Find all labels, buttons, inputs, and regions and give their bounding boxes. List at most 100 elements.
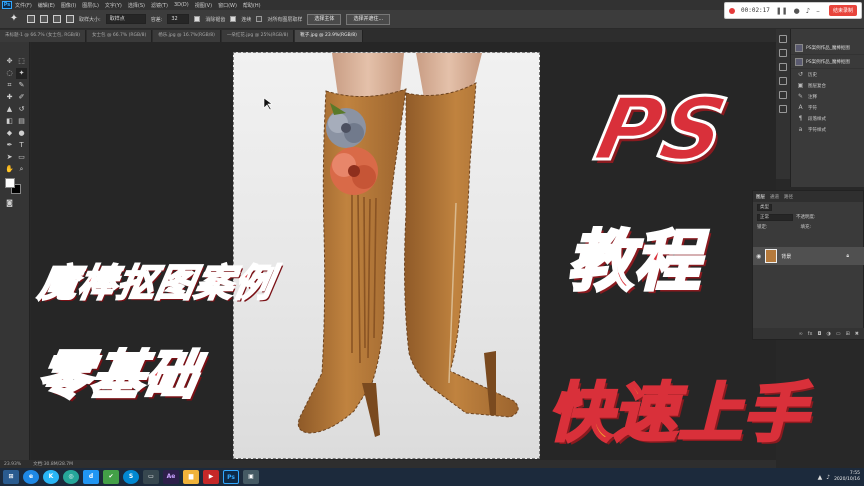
tab-channels[interactable]: 通道 bbox=[770, 194, 779, 200]
adjustments-panel-icon[interactable] bbox=[779, 77, 787, 85]
swatches-panel-icon[interactable] bbox=[779, 63, 787, 71]
add-selection-icon[interactable] bbox=[40, 15, 48, 23]
crop-tool-icon[interactable]: ⌗ bbox=[4, 80, 15, 91]
new-selection-icon[interactable] bbox=[27, 15, 35, 23]
layer-style-icon[interactable]: fx bbox=[808, 331, 813, 337]
sample-all-checkbox[interactable] bbox=[256, 16, 263, 22]
speaker-icon[interactable]: ♪ bbox=[806, 7, 810, 15]
subtract-selection-icon[interactable] bbox=[53, 15, 61, 23]
delete-layer-icon[interactable]: ✖ bbox=[855, 331, 859, 337]
panel-link-character-styles[interactable]: a 字符样式 bbox=[791, 124, 864, 135]
move-tool-icon[interactable]: ✥ bbox=[4, 56, 15, 67]
k-app-icon[interactable]: K bbox=[43, 470, 59, 484]
contiguous-checkbox[interactable] bbox=[230, 16, 237, 22]
history-item[interactable]: PS案例作品_魔棒抠图 bbox=[791, 55, 864, 69]
foreground-color-swatch[interactable] bbox=[5, 178, 15, 188]
tab-layers[interactable]: 图层 bbox=[756, 194, 765, 200]
add-mask-icon[interactable]: ◘ bbox=[818, 331, 822, 337]
menu-view[interactable]: 视图(V) bbox=[195, 2, 212, 9]
menu-layer[interactable]: 图层(L) bbox=[82, 2, 99, 9]
app-d-icon[interactable]: d bbox=[83, 470, 99, 484]
tab-doc-2[interactable]: 女士包 @ 66.7% (RGB/8) bbox=[87, 30, 153, 42]
sogou-icon[interactable]: S bbox=[123, 470, 139, 484]
panel-link-character[interactable]: A 字符 bbox=[791, 102, 864, 113]
document-canvas[interactable] bbox=[233, 52, 540, 459]
link-layers-icon[interactable]: ∞ bbox=[799, 331, 803, 337]
tab-paths[interactable]: 路径 bbox=[784, 194, 793, 200]
eyedropper-tool-icon[interactable]: ✎ bbox=[16, 80, 27, 91]
visibility-eye-icon[interactable]: ◉ bbox=[756, 253, 761, 260]
mic-icon[interactable]: ● bbox=[794, 7, 800, 15]
quick-mask-icon[interactable]: ◙ bbox=[4, 198, 15, 209]
qq-browser-icon[interactable]: ◎ bbox=[63, 470, 79, 484]
sample-size-select[interactable]: 取样点 bbox=[105, 14, 146, 24]
browser-icon[interactable]: e bbox=[23, 470, 39, 484]
layer-row-background[interactable]: ◉ 背景 🔒︎ bbox=[753, 247, 864, 265]
stamp-tool-icon[interactable]: ▲ bbox=[4, 104, 15, 115]
zoom-level[interactable]: 23.93% bbox=[4, 462, 21, 467]
dodge-tool-icon[interactable]: ● bbox=[16, 128, 27, 139]
select-subject-button[interactable]: 选择主体 bbox=[307, 13, 342, 25]
menu-3d[interactable]: 3D(D) bbox=[174, 2, 189, 8]
panel-link-layer-comps[interactable]: ▣ 图层复合 bbox=[791, 80, 864, 91]
menu-select[interactable]: 选择(S) bbox=[128, 2, 145, 9]
start-icon[interactable]: ⊞ bbox=[3, 470, 19, 484]
healing-tool-icon[interactable]: ✚ bbox=[4, 92, 15, 103]
properties-panel-icon[interactable] bbox=[779, 91, 787, 99]
lasso-tool-icon[interactable]: ◌ bbox=[4, 68, 15, 79]
media-icon[interactable]: ▶ bbox=[203, 470, 219, 484]
menu-type[interactable]: 文字(Y) bbox=[105, 2, 122, 9]
shape-tool-icon[interactable]: ▭ bbox=[16, 152, 27, 163]
photoshop-taskbar-icon[interactable]: Ps bbox=[223, 470, 239, 484]
history-item[interactable]: PS案例作品_魔棒抠图 bbox=[791, 41, 864, 55]
pause-icon[interactable]: ❚❚ bbox=[776, 7, 788, 15]
hand-tool-icon[interactable]: ✋ bbox=[4, 164, 15, 175]
panel-link-notes[interactable]: ✎ 注释 bbox=[791, 91, 864, 102]
folder-icon[interactable]: ▆ bbox=[183, 470, 199, 484]
menu-window[interactable]: 窗口(W) bbox=[218, 2, 237, 9]
menu-help[interactable]: 帮助(H) bbox=[243, 2, 261, 9]
zoom-tool-icon[interactable]: ⌕ bbox=[16, 164, 27, 175]
brush-panel-icon[interactable] bbox=[779, 105, 787, 113]
clock[interactable]: 7:55 2020/10/16 bbox=[834, 471, 860, 483]
tab-doc-1[interactable]: 未标题-1 @ 66.7% (女士包, RGB/8) bbox=[0, 30, 87, 42]
new-group-icon[interactable]: ▭ bbox=[836, 331, 841, 337]
security-icon[interactable]: ✔ bbox=[103, 470, 119, 484]
tolerance-input[interactable]: 32 bbox=[167, 14, 190, 24]
window-icon[interactable]: ▣ bbox=[243, 470, 259, 484]
new-layer-icon[interactable]: ⊞ bbox=[846, 331, 850, 337]
tab-doc-boots[interactable]: 靴子.jpg @ 23.9%(RGB/8) bbox=[295, 30, 363, 42]
blend-mode-select[interactable]: 正常 bbox=[757, 213, 793, 221]
adjustment-layer-icon[interactable]: ◑ bbox=[826, 331, 830, 337]
select-and-mask-button[interactable]: 选择并遮住... bbox=[346, 13, 391, 25]
history-panel-icon[interactable] bbox=[779, 35, 787, 43]
panel-link-paragraph-styles[interactable]: ¶ 段落样式 bbox=[791, 113, 864, 124]
magic-wand-tool-icon[interactable]: ✦ bbox=[6, 12, 22, 26]
type-tool-icon[interactable]: T bbox=[16, 140, 27, 151]
tab-doc-3[interactable]: 杨乐.jpg @ 16.7%(RGB/8) bbox=[153, 30, 221, 42]
panel-link-history[interactable]: ↺ 历史 bbox=[791, 69, 864, 80]
history-brush-icon[interactable]: ↺ bbox=[16, 104, 27, 115]
menu-image[interactable]: 图像(I) bbox=[61, 2, 76, 9]
marquee-tool-icon[interactable]: ⬚ bbox=[16, 56, 27, 67]
gradient-tool-icon[interactable]: ▤ bbox=[16, 116, 27, 127]
network-icon[interactable]: ▲ bbox=[818, 474, 823, 481]
stop-record-button[interactable]: 结束录制 bbox=[828, 5, 857, 16]
menu-edit[interactable]: 编辑(E) bbox=[38, 2, 55, 9]
layer-kind-select[interactable]: 类型 bbox=[757, 203, 772, 211]
blur-tool-icon[interactable]: ◆ bbox=[4, 128, 15, 139]
actions-panel-icon[interactable] bbox=[779, 49, 787, 57]
intersect-selection-icon[interactable] bbox=[66, 15, 74, 23]
menu-filter[interactable]: 滤镜(T) bbox=[151, 2, 168, 9]
path-select-icon[interactable]: ➤ bbox=[4, 152, 15, 163]
eraser-tool-icon[interactable]: ◧ bbox=[4, 116, 15, 127]
after-effects-icon[interactable]: Ae bbox=[163, 470, 179, 484]
brush-tool-icon[interactable]: ✐ bbox=[16, 92, 27, 103]
anti-alias-checkbox[interactable] bbox=[194, 16, 201, 22]
magic-wand-icon[interactable]: ✦ bbox=[16, 68, 27, 79]
tab-doc-4[interactable]: 一朵红花.jpg @ 25%(RGB/8) bbox=[221, 30, 295, 42]
desktop-icon[interactable]: ▭ bbox=[143, 470, 159, 484]
menu-file[interactable]: 文件(F) bbox=[15, 2, 32, 9]
pen-tool-icon[interactable]: ✒ bbox=[4, 140, 15, 151]
minimize-icon[interactable]: – bbox=[816, 7, 820, 15]
